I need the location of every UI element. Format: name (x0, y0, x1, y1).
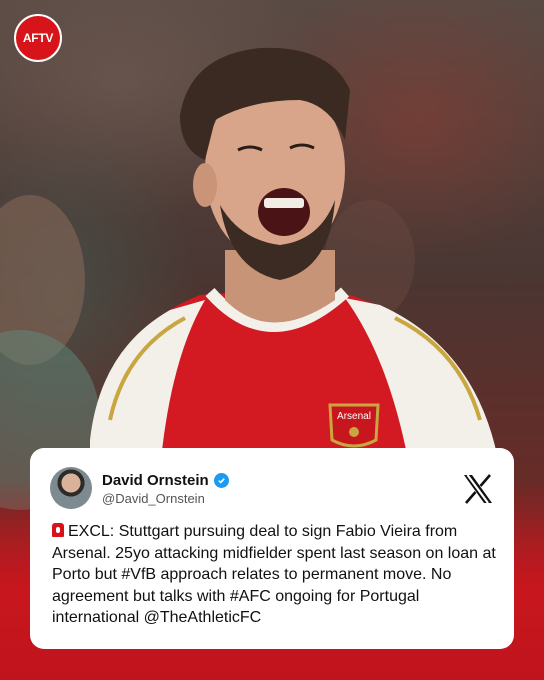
tweet-text: EXCL: Stuttgart pursuing deal to sign Fa… (52, 523, 496, 626)
logo-text: AFTV (22, 31, 54, 45)
tweet-text-block: EXCL: Stuttgart pursuing deal to sign Fa… (52, 521, 498, 629)
author-name[interactable]: David Ornstein (102, 472, 209, 489)
tweet-card[interactable]: David Ornstein @David_Ornstein EXCL: Stu… (30, 448, 514, 649)
author-handle[interactable]: @David_Ornstein (102, 491, 205, 506)
verified-badge-icon (213, 473, 229, 488)
avatar[interactable] (50, 467, 92, 509)
crest-text: Arsenal (337, 411, 371, 422)
aftv-logo[interactable]: AFTV (14, 14, 62, 62)
siren-icon (52, 523, 64, 537)
x-logo-icon[interactable] (462, 473, 494, 505)
author-name-row: David Ornstein (102, 472, 229, 489)
